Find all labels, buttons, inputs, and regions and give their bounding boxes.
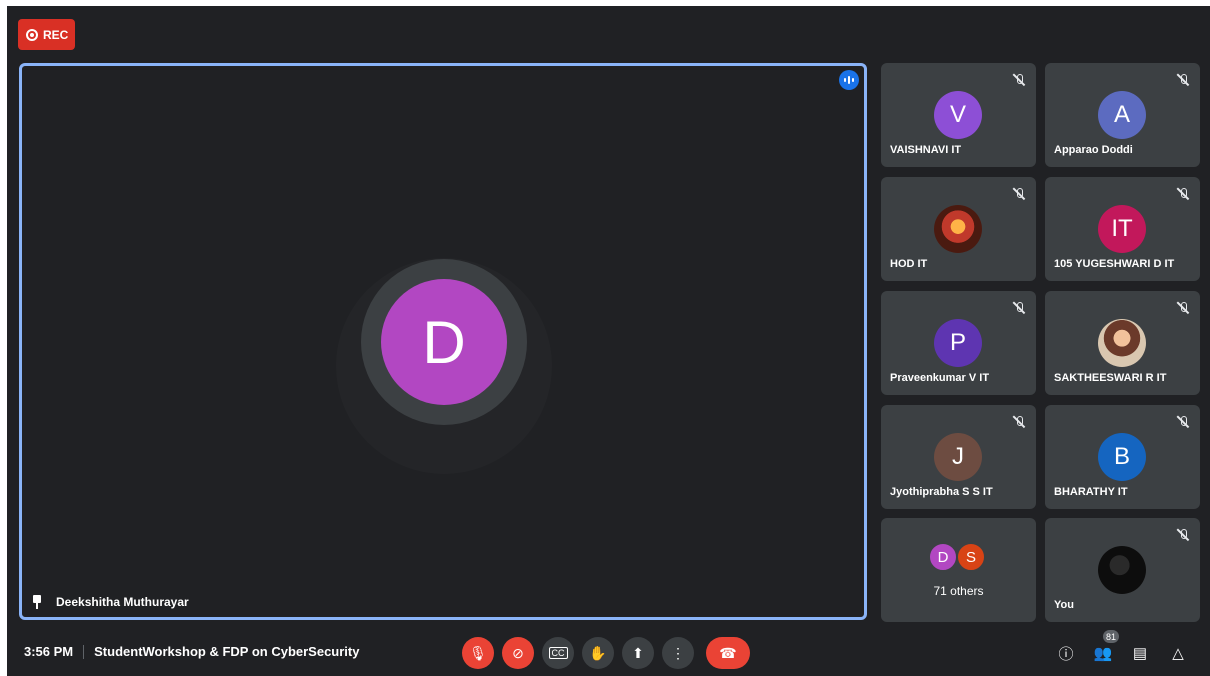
- captions-icon: CC: [548, 647, 568, 659]
- pin-icon[interactable]: [30, 595, 44, 609]
- record-icon: [26, 28, 38, 41]
- raise-hand-button[interactable]: ✋: [582, 637, 614, 669]
- mic-off-icon: [1012, 301, 1026, 315]
- participant-tile[interactable]: HOD IT: [881, 177, 1036, 281]
- raise-hand-icon: ✋: [589, 644, 607, 661]
- info-icon: ⓘ: [1058, 645, 1074, 663]
- participant-name: Jyothiprabha S S IT: [890, 486, 993, 498]
- meet-window: REC D Deekshitha Muthurayar V VAISHNAVI …: [7, 6, 1210, 676]
- participant-name: HOD IT: [890, 258, 928, 270]
- camera-off-icon: ⊘: [512, 644, 524, 661]
- participant-name: BHARATHY IT: [1054, 486, 1128, 498]
- self-name: You: [1054, 599, 1074, 611]
- participant-name: VAISHNAVI IT: [890, 144, 962, 156]
- main-speaker-name-row: Deekshitha Muthurayar: [30, 595, 189, 609]
- chat-icon: ▤: [1132, 645, 1148, 662]
- meeting-title: StudentWorkshop & FDP on CyberSecurity: [94, 644, 360, 659]
- captions-button[interactable]: CC: [542, 637, 574, 669]
- main-speaker-background: D Deekshitha Muthurayar: [22, 66, 864, 617]
- participant-tile[interactable]: B BHARATHY IT: [1045, 405, 1200, 509]
- avatar: S: [956, 542, 986, 572]
- participant-name: SAKTHEESWARI R IT: [1054, 372, 1167, 384]
- mic-off-icon: [1176, 187, 1190, 201]
- chat-button[interactable]: ▤: [1129, 642, 1151, 664]
- mic-off-icon: [1176, 73, 1190, 87]
- goddess-photo-avatar: [934, 205, 982, 253]
- mic-off-icon: [1012, 187, 1026, 201]
- avatar: IT: [1098, 205, 1146, 253]
- present-screen-button[interactable]: ⬆: [622, 637, 654, 669]
- main-speaker-avatar: D: [381, 279, 507, 405]
- main-speaker-name: Deekshitha Muthurayar: [56, 595, 189, 609]
- present-screen-icon: ⬆: [632, 644, 644, 661]
- participant-name: Praveenkumar V IT: [890, 372, 990, 384]
- mic-off-icon: [1176, 415, 1190, 429]
- main-speaker-tile[interactable]: D Deekshitha Muthurayar: [19, 63, 867, 620]
- meeting-details: 3:56 PM StudentWorkshop & FDP on CyberSe…: [24, 644, 359, 659]
- others-label: 71 others: [933, 584, 984, 598]
- mic-off-icon: 🎙: [469, 644, 487, 661]
- avatar: D: [928, 542, 958, 572]
- participant-name: 105 YUGESHWARI D IT: [1054, 258, 1175, 270]
- more-options-icon: ⋮: [671, 644, 685, 661]
- person-photo-avatar: [1098, 319, 1146, 367]
- end-call-button[interactable]: ☎: [706, 637, 750, 669]
- bottom-bar: 3:56 PM StudentWorkshop & FDP on CyberSe…: [7, 630, 1210, 676]
- camera-toggle-button[interactable]: ⊘: [502, 637, 534, 669]
- participant-tile[interactable]: IT 105 YUGESHWARI D IT: [1045, 177, 1200, 281]
- participant-tile[interactable]: P Praveenkumar V IT: [881, 291, 1036, 395]
- avatar: V: [934, 91, 982, 139]
- self-photo-avatar: [1098, 546, 1146, 594]
- avatar: J: [934, 433, 982, 481]
- self-tile[interactable]: You: [1045, 518, 1200, 622]
- activities-button[interactable]: △: [1167, 642, 1189, 664]
- recording-label: REC: [43, 27, 69, 42]
- mic-off-icon: [1012, 73, 1026, 87]
- participant-tile[interactable]: A Apparao Doddi: [1045, 63, 1200, 167]
- avatar: B: [1098, 433, 1146, 481]
- end-call-icon: ☎: [719, 644, 737, 661]
- avatar: A: [1098, 91, 1146, 139]
- participant-tile[interactable]: V VAISHNAVI IT: [881, 63, 1036, 167]
- avatar: P: [934, 319, 982, 367]
- clock-time: 3:56 PM: [24, 644, 74, 659]
- speaking-indicator-icon: [839, 70, 859, 90]
- mic-toggle-button[interactable]: 🎙: [462, 637, 494, 669]
- participant-name: Apparao Doddi: [1054, 144, 1133, 156]
- participant-tile[interactable]: J Jyothiprabha S S IT: [881, 405, 1036, 509]
- mic-off-icon: [1176, 301, 1190, 315]
- others-tile[interactable]: D S 71 others: [881, 518, 1036, 622]
- more-options-button[interactable]: ⋮: [662, 637, 694, 669]
- recording-indicator: REC: [18, 19, 75, 50]
- participant-tile[interactable]: SAKTHEESWARI R IT: [1045, 291, 1200, 395]
- divider: [83, 644, 85, 659]
- meeting-info-button[interactable]: ⓘ: [1055, 642, 1077, 664]
- mic-off-icon: [1176, 528, 1190, 542]
- activities-icon: △: [1172, 645, 1184, 662]
- people-button[interactable]: 👥: [1092, 642, 1114, 664]
- people-icon: 👥: [1093, 645, 1113, 662]
- mic-off-icon: [1012, 415, 1026, 429]
